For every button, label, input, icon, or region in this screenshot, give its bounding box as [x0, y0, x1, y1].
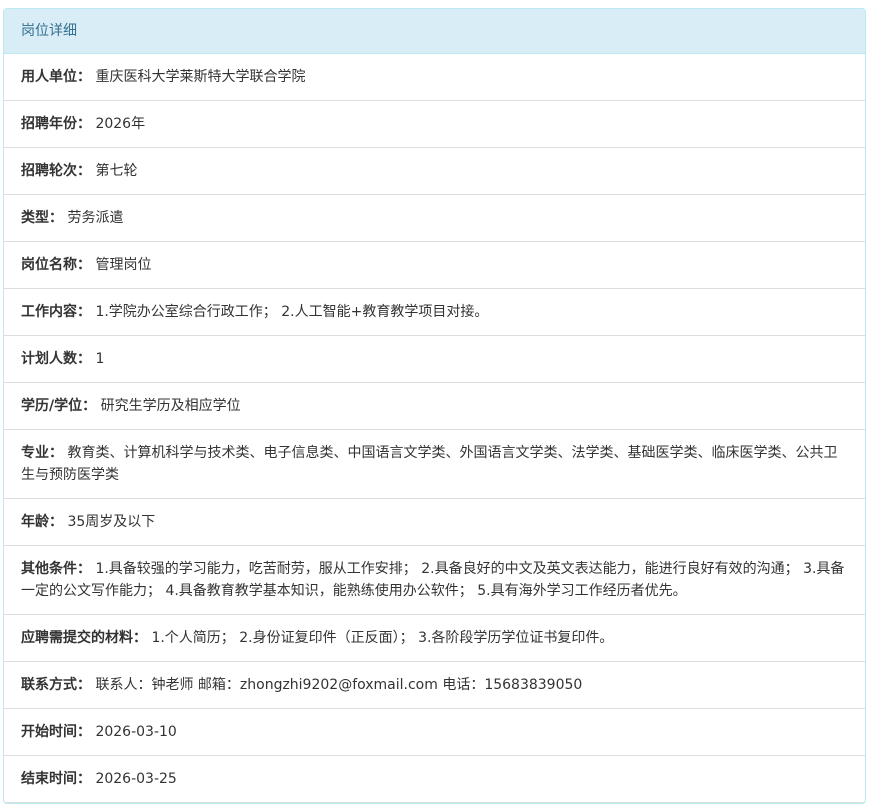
field-value: 研究生学历及相应学位: [100, 398, 241, 414]
field-label: 类型：: [21, 210, 63, 226]
field-label: 用人单位：: [21, 69, 91, 85]
field-label: 计划人数：: [21, 351, 91, 367]
field-contact: 联系方式： 联系人：钟老师 邮箱：zhongzhi9202@foxmail.co…: [4, 662, 865, 709]
field-value: 1.个人简历； 2.身份证复印件（正反面）； 3.各阶段学历学位证书复印件。: [151, 630, 614, 646]
field-value: 2026-03-25: [95, 771, 177, 787]
field-major: 专业： 教育类、计算机科学与技术类、电子信息类、中国语言文学类、外国语言文学类、…: [4, 430, 865, 499]
field-label: 年龄：: [21, 514, 63, 530]
field-employer: 用人单位： 重庆医科大学莱斯特大学联合学院: [4, 54, 865, 101]
field-label: 工作内容：: [21, 304, 91, 320]
field-value: 1.具备较强的学习能力，吃苦耐劳，服从工作安排； 2.具备良好的中文及英文表达能…: [21, 561, 845, 599]
field-value: 管理岗位: [95, 257, 152, 273]
field-label: 招聘轮次：: [21, 163, 91, 179]
field-type: 类型： 劳务派遣: [4, 195, 865, 242]
field-recruit-round: 招聘轮次： 第七轮: [4, 148, 865, 195]
field-position-name: 岗位名称： 管理岗位: [4, 242, 865, 289]
field-value: 第七轮: [95, 163, 138, 179]
panel-title: 岗位详细: [4, 9, 865, 54]
field-label: 应聘需提交的材料：: [21, 630, 147, 646]
field-label: 结束时间：: [21, 771, 91, 787]
field-education: 学历/学位： 研究生学历及相应学位: [4, 383, 865, 430]
detail-list: 用人单位： 重庆医科大学莱斯特大学联合学院 招聘年份： 2026年 招聘轮次： …: [4, 54, 865, 803]
field-value: 2026-03-10: [95, 724, 177, 740]
field-value: 联系人：钟老师 邮箱：zhongzhi9202@foxmail.com 电话：1…: [95, 677, 583, 693]
field-application-materials: 应聘需提交的材料： 1.个人简历； 2.身份证复印件（正反面）； 3.各阶段学历…: [4, 615, 865, 662]
field-recruit-year: 招聘年份： 2026年: [4, 101, 865, 148]
field-label: 岗位名称：: [21, 257, 91, 273]
field-label: 联系方式：: [21, 677, 91, 693]
job-detail-panel: 岗位详细 用人单位： 重庆医科大学莱斯特大学联合学院 招聘年份： 2026年 招…: [3, 8, 866, 804]
field-label: 开始时间：: [21, 724, 91, 740]
field-value: 重庆医科大学莱斯特大学联合学院: [95, 69, 306, 85]
field-start-date: 开始时间： 2026-03-10: [4, 709, 865, 756]
field-value: 1: [95, 351, 105, 367]
field-label: 学历/学位：: [21, 398, 97, 414]
field-value: 劳务派遣: [67, 210, 124, 226]
field-label: 招聘年份：: [21, 116, 91, 132]
field-value: 35周岁及以下: [67, 514, 156, 530]
field-value: 2026年: [95, 116, 146, 132]
field-value: 教育类、计算机科学与技术类、电子信息类、中国语言文学类、外国语言文学类、法学类、…: [21, 445, 838, 483]
field-headcount: 计划人数： 1: [4, 336, 865, 383]
field-value: 1.学院办公室综合行政工作； 2.人工智能+教育教学项目对接。: [95, 304, 489, 320]
field-age: 年龄： 35周岁及以下: [4, 499, 865, 546]
field-label: 其他条件：: [21, 561, 91, 577]
field-other-requirements: 其他条件： 1.具备较强的学习能力，吃苦耐劳，服从工作安排； 2.具备良好的中文…: [4, 546, 865, 615]
field-label: 专业：: [21, 445, 63, 461]
field-job-content: 工作内容： 1.学院办公室综合行政工作； 2.人工智能+教育教学项目对接。: [4, 289, 865, 336]
